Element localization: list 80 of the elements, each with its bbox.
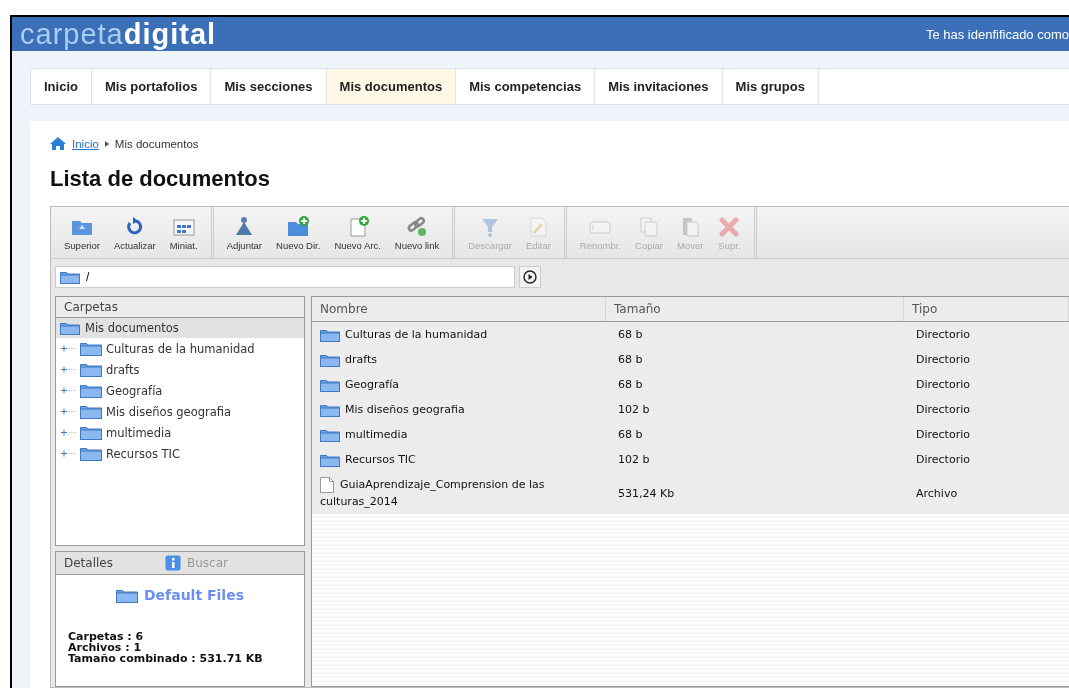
folder-icon xyxy=(80,404,102,419)
file-name-cell[interactable]: Culturas de la humanidad xyxy=(312,327,606,342)
size-cell-text: 102 b xyxy=(617,453,651,466)
login-status-text: Te has idenfificado como xyxy=(925,26,1069,42)
nav-tab[interactable]: Mis documentos xyxy=(326,69,457,104)
tree-item[interactable]: Mis documentos xyxy=(56,318,304,338)
chevron-icon xyxy=(104,140,109,147)
nav-tab[interactable]: Inicio xyxy=(31,69,92,104)
size-cell-text: 68 b xyxy=(617,378,644,391)
details-stat: Archivos : 1 xyxy=(68,642,143,653)
type-cell-text: Directorio xyxy=(915,328,971,341)
folder-icon xyxy=(80,362,102,377)
file-name-cell[interactable]: Geografía xyxy=(312,377,606,392)
nav-tab[interactable]: Mis portafolios xyxy=(91,69,212,104)
folder-icon xyxy=(320,427,340,442)
size-cell-text: 531,24 Kb xyxy=(617,486,676,500)
type-cell-text: Directorio xyxy=(915,378,971,391)
toolbar-button[interactable]: Nuevo link xyxy=(387,207,447,258)
type-cell-text: Directorio xyxy=(915,453,971,466)
details-title: Default Files xyxy=(144,587,244,603)
size-cell-text: 102 b xyxy=(617,403,651,416)
folder-icon xyxy=(80,446,102,461)
site-logo[interactable]: carpetadigital xyxy=(20,19,217,49)
file-name-cell[interactable]: multimedia xyxy=(312,427,606,442)
tree-item[interactable]: Geografía xyxy=(80,381,163,400)
file-name-cell[interactable]: drafts xyxy=(312,352,606,367)
folder-icon xyxy=(80,341,102,356)
tree-item[interactable]: drafts xyxy=(80,360,140,379)
file-name-cell[interactable]: Recursos TIC xyxy=(312,452,606,467)
tree-item[interactable]: Recursos TIC xyxy=(80,444,180,463)
type-cell-text: Directorio xyxy=(915,403,971,416)
folder-icon xyxy=(320,377,340,392)
toolbar-button[interactable]: Nuevo Arc. xyxy=(327,207,388,258)
chain-link-icon xyxy=(405,214,429,237)
file-name-cell[interactable]: Mis diseños geografia xyxy=(312,402,606,417)
column-header[interactable]: Nombre xyxy=(312,297,606,321)
folder-icon xyxy=(116,587,138,603)
file-name-cell[interactable]: GuiaAprendizaje_Comprension de las culturas_2014 xyxy=(312,472,606,514)
folder-icon xyxy=(320,327,340,342)
details-stat: Carpetas : 6 xyxy=(68,631,145,642)
size-cell-text: 68 b xyxy=(617,328,644,341)
breadcrumb-link[interactable]: Inicio xyxy=(72,137,99,150)
toolbar-button[interactable]: Nuevo Dir. xyxy=(269,207,328,258)
nav-tab[interactable]: Mis invitaciones xyxy=(595,69,723,104)
panel-header: Carpetas xyxy=(56,297,304,318)
go-button[interactable] xyxy=(519,266,541,288)
nav-tab[interactable]: Mis grupos xyxy=(722,69,819,104)
toolbar-button[interactable]: Miniat. xyxy=(162,207,205,258)
folder-icon xyxy=(80,425,102,440)
panel-tab[interactable]: Detalles xyxy=(56,552,157,574)
nav-tab[interactable]: Mis secciones xyxy=(211,69,327,104)
folder-plus-icon xyxy=(286,214,311,237)
breadcrumb-current: Mis documentos xyxy=(114,137,199,150)
toolbar-button[interactable]: Actualizar xyxy=(106,207,163,258)
folder-icon xyxy=(320,452,340,467)
toolbar-button[interactable]: Adjuntar xyxy=(219,207,269,258)
folder-icon xyxy=(320,352,340,367)
nav-tab[interactable]: Mis competencias xyxy=(456,69,596,104)
tree-item[interactable]: Mis diseños geografia xyxy=(80,402,232,421)
file-icon xyxy=(320,477,334,493)
page-title: Lista de documentos xyxy=(50,166,272,192)
toolbar-button[interactable]: Superior xyxy=(57,207,107,258)
folder-icon xyxy=(320,402,340,417)
size-cell-text: 68 b xyxy=(617,428,644,441)
details-stat: Tamaño combinado : 531.71 KB xyxy=(68,653,264,664)
size-cell-text: 68 b xyxy=(617,353,644,366)
delete-icon xyxy=(717,214,742,237)
folder-icon xyxy=(60,321,80,335)
tree-item[interactable]: multimedia xyxy=(80,423,172,442)
type-cell-text: Directorio xyxy=(915,353,971,366)
folder-icon xyxy=(80,383,102,398)
column-header[interactable]: Tipo xyxy=(904,297,1069,321)
type-cell-text: Directorio xyxy=(915,428,971,441)
path-field[interactable]: / xyxy=(55,266,515,288)
tree-item[interactable]: Culturas de la humanidad xyxy=(80,339,255,358)
type-cell-text: Archivo xyxy=(915,486,959,500)
column-header[interactable]: Tamaño xyxy=(606,297,904,321)
home-icon xyxy=(50,137,66,150)
info-icon xyxy=(165,555,181,571)
play-circle-icon xyxy=(523,270,537,284)
